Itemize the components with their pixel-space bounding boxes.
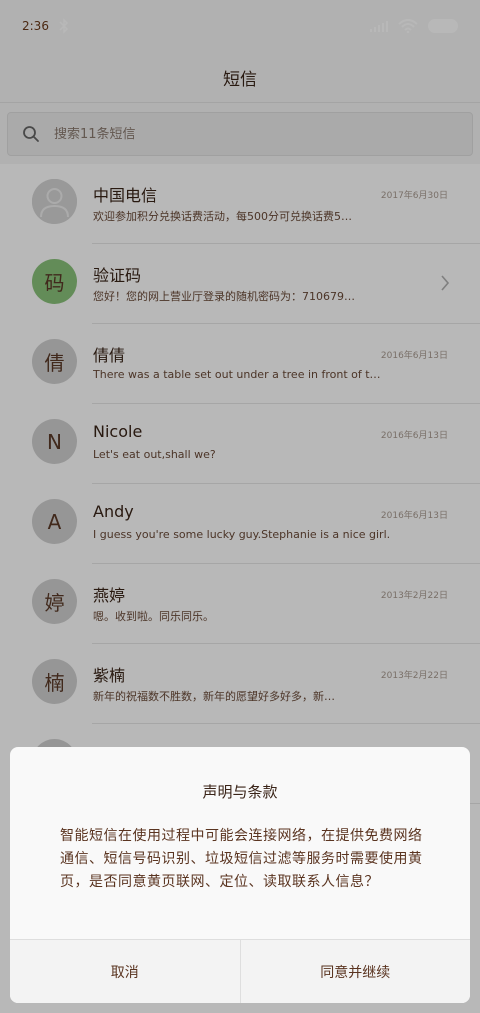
dialog-actions: 取消 同意并继续 <box>10 939 470 1003</box>
agree-continue-button[interactable]: 同意并继续 <box>239 940 470 1003</box>
dialog-body: 智能短信在使用过程中可能会连接网络，在提供免费网络通信、短信号码识别、垃圾短信过… <box>60 828 423 890</box>
terms-dialog: 声明与条款 智能短信在使用过程中可能会连接网络，在提供免费网络通信、短信号码识别… <box>10 747 470 1003</box>
dialog-title: 声明与条款 <box>202 783 278 801</box>
cancel-button[interactable]: 取消 <box>10 940 240 1003</box>
